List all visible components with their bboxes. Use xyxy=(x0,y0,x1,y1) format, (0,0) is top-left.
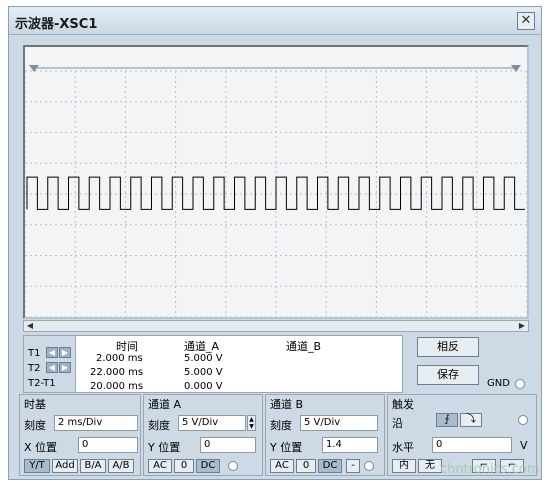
channel-a-scale-field[interactable]: 5 V/Div xyxy=(178,415,246,431)
channel-a-scale-spinner[interactable]: ▲ ▼ xyxy=(247,415,256,431)
channel-a-dc-button[interactable]: DC xyxy=(196,459,220,473)
channel-b-ypos-label: Y 位置 xyxy=(270,441,303,454)
channel-b-minus-button[interactable]: - xyxy=(346,459,360,473)
watermark-text: chntronics.com xyxy=(440,462,540,477)
t1-right-arrow-icon[interactable]: ▶ xyxy=(59,347,71,358)
t2-right-arrow-icon[interactable]: ▶ xyxy=(59,362,71,373)
xpos-label: X 位置 xyxy=(24,441,58,454)
window-title: 示波器-XSC1 xyxy=(15,17,98,32)
channel-b-dc-button[interactable]: DC xyxy=(318,459,342,473)
channel-a-scale-label: 刻度 xyxy=(148,419,170,432)
t2-t1-time: 20.000 ms xyxy=(90,381,144,392)
save-button[interactable]: 保存 xyxy=(417,365,479,385)
t1-ch-a: 5.000 V xyxy=(184,353,223,364)
channel-b-panel: 通道 B 刻度 5 V/Div Y 位置 1.4 AC 0 DC - xyxy=(265,394,385,476)
level-label: 水平 xyxy=(392,441,414,454)
t1-label: T1 xyxy=(28,348,41,359)
gnd-label: GND xyxy=(487,378,510,389)
level-field[interactable]: 0 xyxy=(432,437,512,453)
mode-add-button[interactable]: Add xyxy=(52,459,78,473)
mode-yt-button[interactable]: Y/T xyxy=(24,459,50,473)
channel-b-scale-field[interactable]: 5 V/Div xyxy=(300,415,378,431)
scope-display xyxy=(25,65,527,317)
channel-b-zero-button[interactable]: 0 xyxy=(296,459,316,473)
scope-screen xyxy=(23,45,529,319)
mode-ab-button[interactable]: A/B xyxy=(108,459,134,473)
oscilloscope-window: 示波器-XSC1 ✕ ◀ ▶ T1 T2 T2-T1 ◀ ▶ ◀ ▶ 时间 通道_A… xyxy=(8,6,542,480)
t2-ch-a: 5.000 V xyxy=(184,367,223,378)
channel-a-radio[interactable] xyxy=(228,461,238,471)
horizontal-scrollbar[interactable]: ◀ ▶ xyxy=(23,320,529,332)
measurement-readout: T1 T2 T2-T1 ◀ ▶ ◀ ▶ 时间 通道_A 通道_B 2.000 ms … xyxy=(23,335,403,393)
rising-edge-button[interactable]: ⨍ xyxy=(436,413,458,427)
xpos-field[interactable]: 0 xyxy=(78,437,138,453)
scroll-right-icon[interactable]: ▶ xyxy=(516,321,528,331)
channel-b-ypos-field[interactable]: 1.4 xyxy=(322,437,378,453)
waveform-trace xyxy=(26,176,525,210)
edge-radio[interactable] xyxy=(518,415,528,425)
t2-time: 22.000 ms xyxy=(90,367,144,378)
t2-arrows[interactable]: ◀ ▶ xyxy=(46,362,72,373)
t1-arrows[interactable]: ◀ ▶ xyxy=(46,347,72,358)
channel-b-scale-label: 刻度 xyxy=(270,419,292,432)
channel-a-panel: 通道 A 刻度 5 V/Div ▲ ▼ Y 位置 0 AC 0 DC xyxy=(143,394,263,476)
edge-label: 沿 xyxy=(392,417,403,430)
falling-edge-button[interactable]: ⤵ xyxy=(460,413,482,427)
channel-b-ac-button[interactable]: AC xyxy=(270,459,294,473)
trigger-title: 触发 xyxy=(392,398,414,411)
channel-a-zero-button[interactable]: 0 xyxy=(174,459,194,473)
cursor-labels: T1 T2 T2-T1 ◀ ▶ ◀ ▶ xyxy=(24,336,76,392)
gnd-radio[interactable] xyxy=(515,379,525,389)
reverse-button[interactable]: 相反 xyxy=(417,337,479,357)
scroll-left-icon[interactable]: ◀ xyxy=(24,321,36,331)
t2-t1-label: T2-T1 xyxy=(28,378,56,389)
t2-t1-ch-a: 0.000 V xyxy=(184,381,223,392)
t2-label: T2 xyxy=(28,363,41,374)
t2-left-arrow-icon[interactable]: ◀ xyxy=(46,362,58,373)
timebase-scale-field[interactable]: 2 ms/Div xyxy=(54,415,138,431)
timebase-panel: 时基 刻度 2 ms/Div X 位置 0 Y/T Add B/A A/B xyxy=(19,394,141,476)
channel-a-ypos-field[interactable]: 0 xyxy=(200,437,256,453)
t1-time: 2.000 ms xyxy=(96,353,143,364)
channel-a-header: 通道_A xyxy=(184,340,220,353)
trigger-internal-button[interactable]: 内 xyxy=(392,459,416,473)
channel-b-title: 通道 B xyxy=(270,398,304,411)
channel-b-radio[interactable] xyxy=(364,461,374,471)
channel-b-header: 通道_B xyxy=(286,340,322,353)
title-bar[interactable]: 示波器-XSC1 ✕ xyxy=(9,7,541,35)
channel-a-ypos-label: Y 位置 xyxy=(148,441,181,454)
close-button[interactable]: ✕ xyxy=(517,12,535,30)
t1-left-arrow-icon[interactable]: ◀ xyxy=(46,347,58,358)
trigger-none-button[interactable]: 无 xyxy=(418,459,442,473)
timebase-title: 时基 xyxy=(24,398,46,411)
channel-a-waveform xyxy=(26,176,525,210)
channel-a-title: 通道 A xyxy=(148,398,182,411)
time-header: 时间 xyxy=(116,340,138,353)
level-unit: V xyxy=(520,439,528,452)
channel-a-ac-button[interactable]: AC xyxy=(148,459,172,473)
timebase-scale-label: 刻度 xyxy=(24,419,46,432)
mode-ba-button[interactable]: B/A xyxy=(80,459,106,473)
